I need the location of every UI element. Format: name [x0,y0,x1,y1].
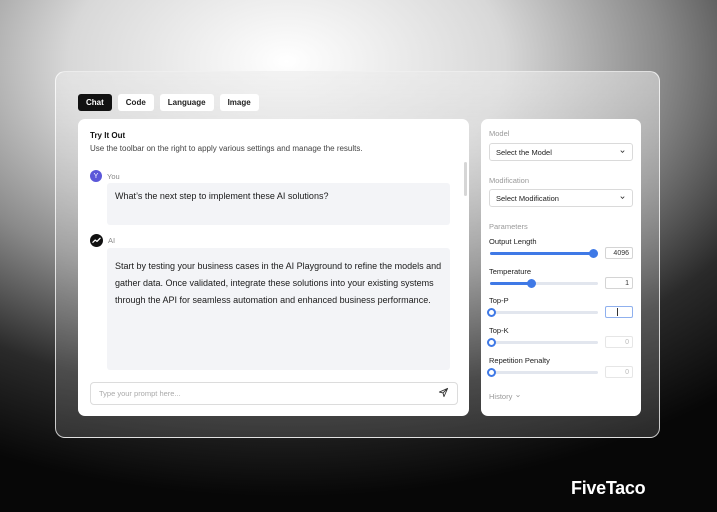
temperature-slider[interactable] [490,279,598,288]
temperature-input[interactable]: 1 [605,277,633,289]
ai-message: Start by testing your business cases in … [107,248,450,370]
history-toggle[interactable]: History [489,392,521,401]
top-p-input[interactable] [605,306,633,318]
slider-handle[interactable] [487,368,496,377]
slider-handle[interactable] [589,249,598,258]
chevron-down-icon [515,392,521,401]
tab-chat[interactable]: Chat [78,94,112,111]
chat-panel: Try It Out Use the toolbar on the right … [78,119,469,416]
top-p-label: Top-P [489,296,509,305]
ai-role-label: AI [108,236,116,245]
ai-message-header: AI [90,234,115,247]
top-p-slider[interactable] [487,308,598,317]
text-caret [617,308,618,316]
output-length-input[interactable]: 4096 [605,247,633,259]
temperature-label: Temperature [489,267,532,276]
model-select-value: Select the Model [496,147,552,157]
tab-code[interactable]: Code [117,94,154,111]
model-label: Model [489,129,510,138]
top-k-input[interactable]: 0 [605,336,633,348]
user-message-header: Y You [90,170,120,182]
repetition-penalty-label: Repetition Penalty [489,356,550,365]
user-avatar: Y [90,170,102,182]
send-icon[interactable] [438,385,449,403]
slider-handle[interactable] [487,308,496,317]
slider-handle[interactable] [487,338,496,347]
top-k-label: Top-K [489,326,509,335]
tab-image[interactable]: Image [219,94,259,111]
history-label: History [489,392,513,401]
top-k-slider[interactable] [487,338,598,347]
slider-handle[interactable] [527,279,536,288]
brand-logo: FiveTaco [571,478,646,498]
repetition-penalty-input[interactable]: 0 [605,366,633,378]
parameters-label: Parameters [489,222,528,231]
user-role-label: You [107,171,120,181]
prompt-box [90,382,458,405]
modification-label: Modification [489,176,530,185]
output-length-label: Output Length [489,237,537,246]
user-message: What’s the next step to implement these … [107,183,450,225]
model-select[interactable]: Select the Model [489,143,633,161]
repetition-penalty-slider[interactable] [487,368,598,377]
prompt-input[interactable] [99,389,419,398]
tab-language[interactable]: Language [159,94,214,111]
modification-select[interactable]: Select Modification [489,189,633,207]
chat-title: Try It Out [90,131,126,140]
modification-select-value: Select Modification [496,193,559,203]
chevron-down-icon [619,148,626,157]
mode-tabs: Chat Code Language Image [78,94,259,111]
chat-subtitle: Use the toolbar on the right to apply va… [90,144,363,153]
chat-scrollbar[interactable] [464,162,467,196]
app-window: Chat Code Language Image Try It Out Use … [55,71,660,438]
trend-icon [90,234,103,247]
output-length-slider[interactable] [490,249,598,258]
chevron-down-icon [619,194,626,203]
settings-panel: Model Select the Model Modification Sele… [481,119,641,416]
